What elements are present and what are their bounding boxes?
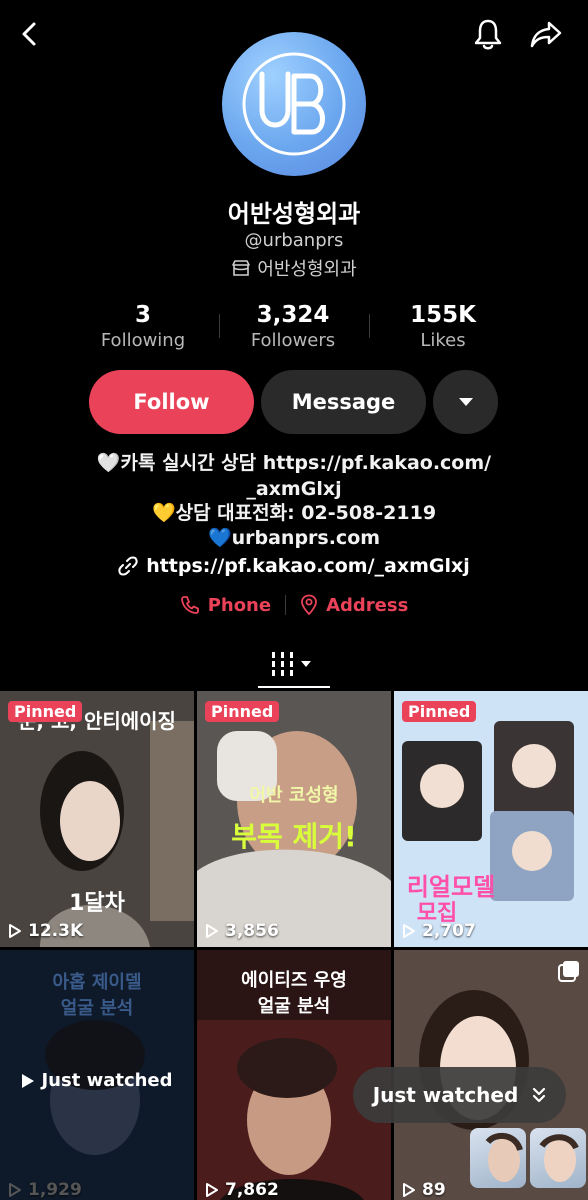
video-tile[interactable]: 아홉 제이델 얼굴 분석 Just watched 1,929 [0, 950, 194, 1200]
notification-button[interactable] [468, 14, 508, 54]
bio-line: 💛상담 대표전화: 02-508-2119 [151, 502, 437, 524]
followers-count: 3,324 [256, 302, 330, 328]
caret-down-icon [458, 398, 473, 406]
play-outline-icon [206, 1183, 218, 1197]
contact-divider [285, 595, 287, 615]
message-button[interactable]: Message [261, 370, 426, 434]
share-button[interactable] [526, 14, 566, 54]
just-watched-label: Just watched [41, 1070, 173, 1091]
double-chevron-down-icon [533, 1087, 546, 1103]
before-thumbnail [470, 1128, 526, 1188]
likes-count: 155K [410, 302, 476, 328]
pinned-badge: Pinned [8, 701, 83, 722]
play-outline-icon [9, 924, 21, 938]
address-button[interactable]: Address [300, 594, 408, 616]
stat-following[interactable]: 3 Following [68, 302, 218, 351]
view-count: 89 [402, 1180, 446, 1200]
bio-line: 💙urbanprs.com [207, 527, 381, 549]
profile-handle: @urbanprs [244, 230, 344, 251]
video-caption: 부목 제거! [231, 820, 357, 853]
view-count-text: 1,929 [28, 1180, 82, 1200]
just-watched-button[interactable]: Just watched [353, 1067, 566, 1123]
play-icon [22, 1073, 35, 1088]
stat-followers[interactable]: 3,324 Followers [218, 302, 368, 351]
likes-label: Likes [420, 330, 466, 351]
bio-line: 🤍카톡 실시간 상담 https://pf.kakao.com/ [96, 452, 492, 474]
chevron-left-icon [22, 22, 36, 46]
phone-icon [180, 596, 199, 614]
bell-icon [474, 19, 502, 50]
bio-link[interactable]: https://pf.kakao.com/_axmGlxj [0, 555, 588, 577]
view-count: 12.3K [8, 921, 83, 941]
video-caption: 얼굴 분석 [60, 998, 134, 1019]
stat-likes[interactable]: 155K Likes [368, 302, 518, 351]
follow-button[interactable]: Follow [89, 370, 254, 434]
tab-indicator [258, 686, 330, 688]
content-tabs [0, 640, 588, 690]
view-count-text: 89 [422, 1180, 446, 1200]
pinned-badge: Pinned [402, 701, 477, 722]
view-count: 2,707 [402, 921, 476, 941]
video-tile[interactable]: 눈, 코, 안티에이징 1달차 Pinned 12.3K [0, 691, 194, 947]
play-outline-icon [403, 1183, 415, 1197]
view-count-text: 3,856 [225, 921, 279, 941]
link-icon [118, 556, 138, 576]
video-tile[interactable]: 리얼모델 모집 Pinned 2,707 [394, 691, 588, 947]
following-count: 3 [134, 302, 151, 328]
view-count-text: 12.3K [28, 921, 84, 941]
profile-name: 어반성형외과 [227, 200, 361, 228]
videos-grid-icon [272, 652, 311, 676]
view-count-text: 7,862 [225, 1180, 279, 1200]
view-count: 3,856 [205, 921, 279, 941]
shop-link[interactable]: 어반성형외과 [0, 255, 588, 281]
just-watched-pill-label: Just watched [372, 1083, 519, 1107]
shop-icon [232, 260, 251, 276]
contact-row: Phone Address [0, 594, 588, 616]
phone-label: Phone [207, 594, 272, 616]
following-label: Following [100, 330, 186, 351]
phone-button[interactable]: Phone [180, 595, 271, 616]
shop-label: 어반성형외과 [257, 259, 357, 280]
tab-videos[interactable] [259, 644, 329, 684]
video-caption: 에이티즈 우영 [241, 970, 347, 991]
bio-line: _axmGlxj [246, 478, 342, 500]
pinned-badge: Pinned [205, 701, 280, 722]
video-caption: 얼굴 분석 [257, 996, 331, 1017]
play-outline-icon [9, 1183, 21, 1197]
play-outline-icon [403, 924, 415, 938]
multi-photo-icon [558, 960, 580, 986]
video-tile[interactable]: 어반 코성형 부목 제거! Pinned 3,856 [197, 691, 391, 947]
video-caption: 1달차 [69, 891, 125, 916]
back-button[interactable] [10, 14, 50, 54]
just-watched-overlay: Just watched [0, 1070, 194, 1091]
profile-avatar[interactable] [222, 32, 366, 176]
location-pin-icon [301, 594, 317, 616]
view-count: 7,862 [205, 1180, 279, 1200]
view-count: 1,929 [8, 1180, 82, 1200]
video-caption: 어반 코성형 [249, 785, 339, 806]
address-label: Address [326, 594, 409, 616]
urban-logo-icon [242, 52, 346, 156]
more-options-button[interactable] [433, 370, 498, 434]
video-caption: 아홉 제이델 [52, 972, 142, 993]
followers-label: Followers [250, 330, 336, 351]
share-arrow-icon [530, 21, 562, 48]
bio-link-text: https://pf.kakao.com/_axmGlxj [146, 555, 470, 577]
view-count-text: 2,707 [422, 921, 476, 941]
after-thumbnail [530, 1128, 586, 1188]
play-outline-icon [206, 924, 218, 938]
